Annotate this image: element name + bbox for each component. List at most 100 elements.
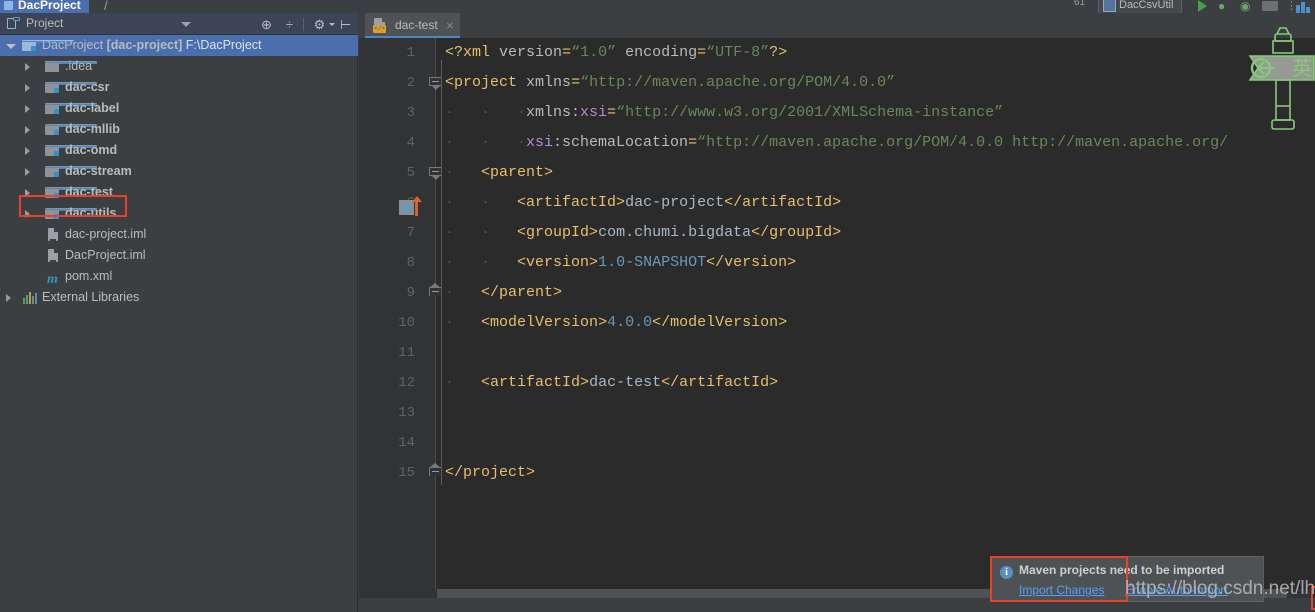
project-tree[interactable]: DacProject [dac-project] F:\DacProject .i… bbox=[0, 35, 358, 612]
module-folder-icon bbox=[45, 166, 97, 177]
breadcrumb[interactable]: DacProject bbox=[0, 0, 89, 13]
line-number: 11 bbox=[398, 345, 415, 361]
module-folder-icon bbox=[45, 124, 97, 135]
chevron-down-icon[interactable] bbox=[181, 22, 191, 27]
tree-item-dac-stream[interactable]: dac-stream bbox=[0, 161, 358, 182]
code-line[interactable]: 2 <project xmlns=“http://maven.apache.org… bbox=[359, 68, 1315, 98]
tree-item-dac-mllib[interactable]: dac-mllib bbox=[0, 119, 358, 140]
debug-icon[interactable]: ● bbox=[1218, 0, 1232, 13]
chevron-right-icon[interactable] bbox=[25, 189, 30, 197]
run-icon[interactable] bbox=[1196, 0, 1210, 13]
module-folder-icon bbox=[45, 82, 97, 93]
enable-auto-import-link[interactable]: Enable Auto-Import bbox=[1125, 583, 1228, 597]
code-line[interactable]: 11 bbox=[359, 338, 1315, 368]
code-line[interactable]: 13 bbox=[359, 398, 1315, 428]
collapse-all-icon[interactable]: ÷ bbox=[282, 17, 297, 32]
editor-area: </> dac-test × 1 <?xml version=“1.0” enco… bbox=[359, 13, 1315, 612]
code-line[interactable]: 6· · <artifactId>dac-project</artifactId… bbox=[359, 188, 1315, 218]
editor-tab-dac-test[interactable]: </> dac-test × bbox=[365, 13, 460, 38]
code-text: </project> bbox=[445, 464, 536, 481]
code-text: <?xml version=“1.0” encoding=“UTF-8”?> bbox=[445, 44, 788, 61]
chevron-right-icon[interactable] bbox=[25, 84, 30, 92]
module-folder-icon bbox=[45, 103, 97, 114]
tree-item-dacproject[interactable]: DacProject [dac-project] F:\DacProject bbox=[0, 35, 358, 56]
line-number: 7 bbox=[406, 225, 415, 241]
code-line[interactable]: 8 · · <version>1.0-SNAPSHOT</version> bbox=[359, 248, 1315, 278]
hide-icon[interactable]: ⊢ bbox=[338, 17, 353, 32]
project-panel-title: Project bbox=[26, 16, 64, 30]
import-changes-link[interactable]: Import Changes bbox=[1019, 583, 1104, 597]
editor-tab-label: dac-test bbox=[395, 18, 438, 32]
code-line[interactable]: 14 bbox=[359, 428, 1315, 458]
code-text: · <artifactId>dac-test</artifactId> bbox=[445, 374, 779, 391]
line-number: 3 bbox=[406, 105, 415, 121]
tree-item-label: DacProject [dac-project] F:\DacProject bbox=[42, 38, 262, 52]
line-number: 14 bbox=[398, 435, 415, 451]
tree-item-dac-utils[interactable]: dac-utils bbox=[0, 203, 358, 224]
top-toolbar: DacProject / 61 DacCsvUtil ● ◉ ⋮ bbox=[0, 0, 1315, 13]
close-icon[interactable]: × bbox=[446, 17, 454, 34]
toolbar-divider bbox=[303, 18, 304, 31]
tree-item-label: dac-omd bbox=[65, 143, 118, 157]
ide-window: DacProject / 61 DacCsvUtil ● ◉ ⋮ Project… bbox=[0, 0, 1315, 612]
maven-reimport-icon[interactable]: m bbox=[399, 196, 425, 218]
code-line[interactable]: 5 · <parent> bbox=[359, 158, 1315, 188]
target-icon[interactable]: ⊕ bbox=[259, 17, 274, 32]
coverage-icon[interactable]: ◉ bbox=[1240, 0, 1254, 13]
code-text: · <modelVersion>4.0.0</modelVersion> bbox=[445, 314, 788, 331]
code-line[interactable]: 7 · · <groupId>com.chumi.bigdata</groupId… bbox=[359, 218, 1315, 248]
line-number: 2 bbox=[406, 75, 415, 91]
line-number: 10 bbox=[398, 315, 415, 331]
tree-item-dac-project-iml[interactable]: dac-project.iml bbox=[0, 224, 358, 245]
tree-item-dac-csr[interactable]: dac-csr bbox=[0, 77, 358, 98]
tree-item-label: .idea bbox=[65, 59, 93, 73]
tree-item-label: dac-test bbox=[65, 185, 113, 199]
line-number: 4 bbox=[406, 135, 415, 151]
line-number: 13 bbox=[398, 405, 415, 421]
tree-item-dacproject-iml[interactable]: DacProject.iml bbox=[0, 245, 358, 266]
tree-item-label: dac-project.iml bbox=[65, 227, 147, 241]
code-line[interactable]: 15 </project> bbox=[359, 458, 1315, 488]
code-line[interactable]: 10 · <modelVersion>4.0.0</modelVersion> bbox=[359, 308, 1315, 338]
tree-item-dac-omd[interactable]: dac-omd bbox=[0, 140, 358, 161]
tree-item-label: dac-label bbox=[65, 101, 120, 115]
chevron-right-icon[interactable] bbox=[25, 126, 30, 134]
module-folder-icon bbox=[45, 145, 97, 156]
stop-icon[interactable] bbox=[1262, 1, 1278, 11]
chevron-right-icon[interactable] bbox=[25, 63, 30, 71]
tree-item-dac-test[interactable]: dac-test bbox=[0, 182, 358, 203]
editor-body[interactable]: 1 <?xml version=“1.0” encoding=“UTF-8”?> 2… bbox=[359, 38, 1315, 612]
gear-chevron-down-icon[interactable] bbox=[329, 23, 335, 26]
chevron-right-icon[interactable] bbox=[6, 294, 11, 302]
folder-icon bbox=[45, 61, 97, 72]
tree-item-idea[interactable]: .idea bbox=[0, 56, 358, 77]
chevron-right-icon[interactable] bbox=[25, 147, 30, 155]
code-line[interactable]: 12 · <artifactId>dac-test</artifactId> bbox=[359, 368, 1315, 398]
tree-item-label: dac-csr bbox=[65, 80, 110, 94]
chevron-right-icon[interactable] bbox=[25, 168, 30, 176]
tree-item-label: dac-mllib bbox=[65, 122, 120, 136]
chevron-right-icon[interactable] bbox=[25, 210, 30, 218]
maven-import-notification[interactable]: i Maven projects need to be imported Imp… bbox=[990, 556, 1264, 602]
line-number: 15 bbox=[398, 465, 415, 481]
code-line[interactable]: 1 <?xml version=“1.0” encoding=“UTF-8”?> bbox=[359, 38, 1315, 68]
code-text: · </parent> bbox=[445, 284, 563, 301]
code-text: · · ·xsi:schemaLocation=“http://maven.ap… bbox=[445, 134, 1229, 151]
layout-icon[interactable] bbox=[1296, 0, 1310, 13]
code-line[interactable]: 4 · · ·xsi:schemaLocation=“http://maven.a… bbox=[359, 128, 1315, 158]
run-configuration-selector[interactable]: DacCsvUtil bbox=[1098, 0, 1182, 13]
chevron-down-icon[interactable] bbox=[6, 44, 16, 49]
notification-title: Maven projects need to be imported bbox=[1019, 563, 1225, 577]
code-line[interactable]: 3 · · ·xmlns:xsi=“http://www.w3.org/2001/… bbox=[359, 98, 1315, 128]
tree-item-pom-xml[interactable]: m pom.xml bbox=[0, 266, 358, 287]
tree-item-external-libraries[interactable]: External Libraries bbox=[0, 287, 358, 308]
line-number: 8 bbox=[406, 255, 415, 271]
tree-item-dac-label[interactable]: dac-label bbox=[0, 98, 358, 119]
line-number: 5 bbox=[406, 165, 415, 181]
libraries-icon bbox=[23, 292, 37, 304]
chevron-right-icon[interactable] bbox=[25, 105, 30, 113]
line-indicator: 61 bbox=[1074, 0, 1086, 8]
gear-icon[interactable]: ⚙ bbox=[312, 17, 327, 32]
module-folder-icon bbox=[22, 40, 74, 51]
code-line[interactable]: 9 · </parent> bbox=[359, 278, 1315, 308]
